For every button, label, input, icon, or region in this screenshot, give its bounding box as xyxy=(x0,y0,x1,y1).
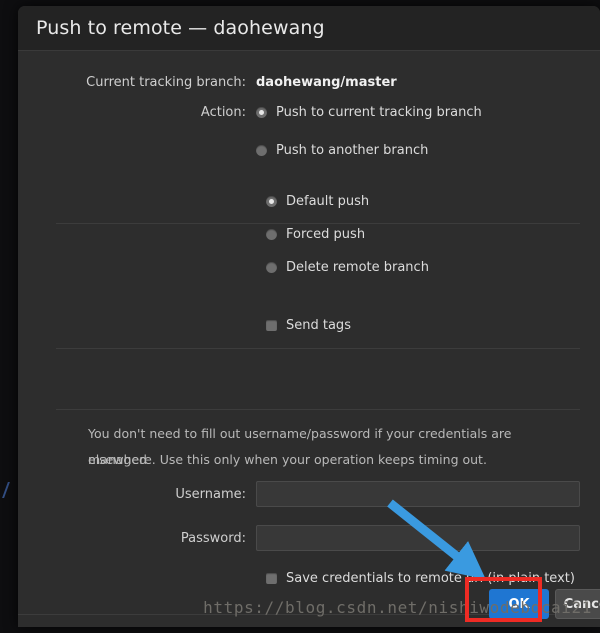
radio-default-push[interactable]: Default push xyxy=(266,194,369,209)
radio-label: Push to current tracking branch xyxy=(276,105,482,120)
divider-above-send-tags xyxy=(56,348,580,349)
radio-icon[interactable] xyxy=(266,262,277,273)
push-mode-row-delete: Delete remote branch xyxy=(18,260,600,275)
radio-icon[interactable] xyxy=(256,145,267,156)
radio-label: Push to another branch xyxy=(276,143,429,158)
tracking-branch-row: Current tracking branch: daohewang/maste… xyxy=(18,75,600,90)
action-label: Action: xyxy=(200,105,246,120)
tracking-branch-label: Current tracking branch: xyxy=(86,75,246,90)
checkbox-icon[interactable] xyxy=(266,320,277,331)
checkbox-label: Save credentials to remote url (in plain… xyxy=(286,571,575,586)
radio-forced-push[interactable]: Forced push xyxy=(266,227,365,242)
radio-push-to-another-branch[interactable]: Push to another branch xyxy=(256,143,428,158)
tracking-branch-value: daohewang/master xyxy=(256,75,397,90)
password-row: Password: xyxy=(18,525,600,551)
push-to-remote-dialog: Push to remote — daohewang Current track… xyxy=(18,6,600,627)
checkbox-send-tags[interactable]: Send tags xyxy=(266,318,351,333)
watermark-url: https://blog.csdn.net/nishiwodebocai21 xyxy=(203,598,592,617)
push-mode-row-forced: Forced push xyxy=(18,227,600,242)
dialog-titlebar: Push to remote — daohewang xyxy=(18,6,600,51)
radio-push-to-current-tracking-branch[interactable]: Push to current tracking branch xyxy=(256,105,482,120)
radio-icon-selected[interactable] xyxy=(266,196,277,207)
dialog-body: Current tracking branch: daohewang/maste… xyxy=(18,51,600,626)
password-input[interactable] xyxy=(256,525,580,551)
username-input[interactable] xyxy=(256,481,580,507)
checkbox-save-credentials[interactable]: Save credentials to remote url (in plain… xyxy=(266,571,575,586)
radio-icon[interactable] xyxy=(266,229,277,240)
checkbox-label: Send tags xyxy=(286,318,351,333)
dialog-title: Push to remote — daohewang xyxy=(36,17,325,39)
action-row: Action: Push to current tracking branch xyxy=(18,105,600,120)
credentials-help-line-2: elsewhere. Use this only when your opera… xyxy=(88,452,487,467)
send-tags-row: Send tags xyxy=(18,318,600,333)
radio-label: Default push xyxy=(286,194,370,209)
radio-label: Forced push xyxy=(286,227,366,242)
checkbox-icon[interactable] xyxy=(266,573,277,584)
radio-icon-selected[interactable] xyxy=(256,107,267,118)
password-label: Password: xyxy=(180,530,246,546)
radio-label: Delete remote branch xyxy=(286,260,429,275)
divider-above-credentials xyxy=(56,409,580,410)
divider-above-push-mode xyxy=(56,223,580,224)
radio-delete-remote-branch[interactable]: Delete remote branch xyxy=(266,260,429,275)
username-label: Username: xyxy=(175,486,246,502)
username-row: Username: xyxy=(18,481,600,507)
save-credentials-row: Save credentials to remote url (in plain… xyxy=(18,571,600,586)
action-row-secondary: Push to another branch xyxy=(18,143,600,158)
push-mode-row-default: Default push xyxy=(18,194,600,209)
